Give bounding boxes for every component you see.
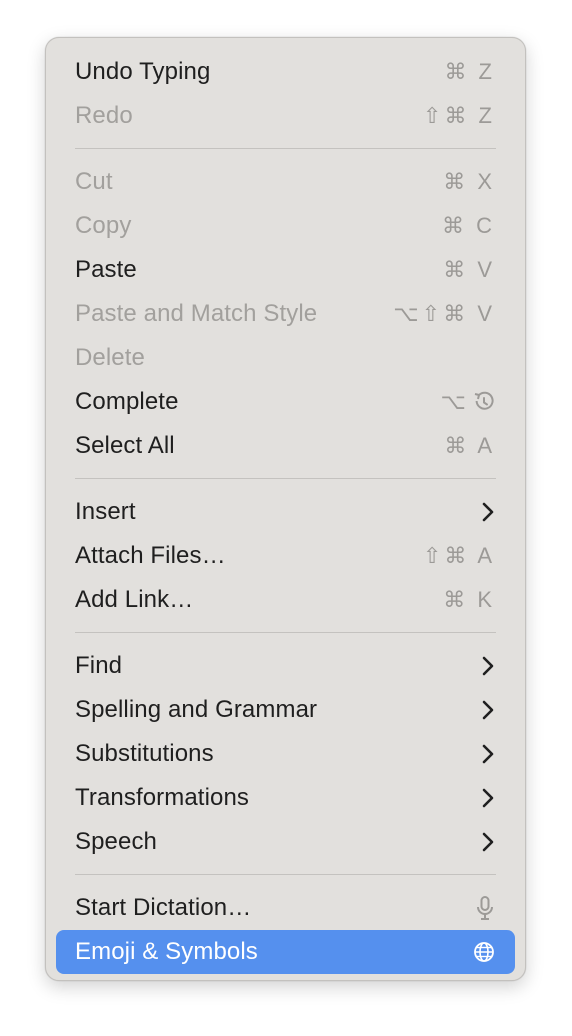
shortcut-text: ⇧⌘ A xyxy=(422,543,495,568)
menu-item-shortcut: ⇧⌘ Z xyxy=(423,103,495,129)
menu-item-start-dictation[interactable]: Start Dictation… xyxy=(56,886,515,930)
menu-item-shortcut: ⌘ K xyxy=(443,587,495,613)
menu-item-undo-typing[interactable]: Undo Typing ⌘ Z xyxy=(56,50,515,94)
context-menu: Undo Typing ⌘ Z Redo ⇧⌘ Z Cut ⌘ X Copy ⌘ C Paste… xyxy=(45,37,526,981)
menu-item-paste-and-match-style: Paste and Match Style ⌥⇧⌘ V xyxy=(56,292,515,336)
menu-item-shortcut: ⌥⇧⌘ V xyxy=(393,301,495,327)
menu-item-label: Substitutions xyxy=(75,740,214,767)
chevron-right-icon xyxy=(481,743,495,765)
shortcut-text: ⌘ V xyxy=(443,257,495,282)
globe-icon xyxy=(473,941,495,963)
menu-separator xyxy=(75,874,496,875)
menu-item-label: Select All xyxy=(75,432,175,459)
shortcut-text: ⌘ K xyxy=(443,587,495,612)
menu-item-label: Paste and Match Style xyxy=(75,300,318,327)
menu-item-paste[interactable]: Paste ⌘ V xyxy=(56,248,515,292)
menu-item-attach-files[interactable]: Attach Files… ⇧⌘ A xyxy=(56,534,515,578)
menu-item-select-all[interactable]: Select All ⌘ A xyxy=(56,424,515,468)
chevron-right-icon xyxy=(481,699,495,721)
menu-item-shortcut xyxy=(475,895,495,921)
menu-item-label: Spelling and Grammar xyxy=(75,696,318,723)
menu-item-copy: Copy ⌘ C xyxy=(56,204,515,248)
menu-item-complete[interactable]: Complete ⌥ xyxy=(56,380,515,424)
chevron-right-icon xyxy=(481,831,495,853)
menu-item-emoji-symbols[interactable]: Emoji & Symbols xyxy=(56,930,515,974)
menu-item-label: Paste xyxy=(75,256,137,283)
menu-item-label: Undo Typing xyxy=(75,58,211,85)
menu-item-label: Transformations xyxy=(75,784,249,811)
menu-item-shortcut: ⌥ xyxy=(441,389,495,415)
menu-item-label: Speech xyxy=(75,828,157,855)
menu-item-shortcut xyxy=(481,501,495,523)
menu-item-shortcut: ⌘ X xyxy=(443,169,495,195)
menu-item-add-link[interactable]: Add Link… ⌘ K xyxy=(56,578,515,622)
menu-item-substitutions[interactable]: Substitutions xyxy=(56,732,515,776)
menu-item-shortcut xyxy=(481,743,495,765)
menu-item-spelling-and-grammar[interactable]: Spelling and Grammar xyxy=(56,688,515,732)
menu-item-find[interactable]: Find xyxy=(56,644,515,688)
shortcut-text: ⌘ Z xyxy=(444,59,495,84)
menu-item-shortcut xyxy=(481,831,495,853)
microphone-icon xyxy=(475,895,495,921)
menu-item-insert[interactable]: Insert xyxy=(56,490,515,534)
menu-item-shortcut: ⌘ A xyxy=(444,433,495,459)
menu-item-transformations[interactable]: Transformations xyxy=(56,776,515,820)
menu-item-label: Find xyxy=(75,652,123,679)
menu-separator xyxy=(75,148,496,149)
menu-item-shortcut xyxy=(481,655,495,677)
menu-item-shortcut: ⌘ C xyxy=(442,213,495,239)
menu-item-label: Copy xyxy=(75,212,132,239)
chevron-right-icon xyxy=(481,501,495,523)
chevron-right-icon xyxy=(481,787,495,809)
chevron-right-icon xyxy=(481,655,495,677)
menu-item-shortcut: ⌘ V xyxy=(443,257,495,283)
menu-item-label: Delete xyxy=(75,344,145,371)
shortcut-text: ⌘ C xyxy=(442,213,495,238)
shortcut-text: ⌘ A xyxy=(444,433,495,458)
menu-item-shortcut: ⇧⌘ A xyxy=(423,543,495,569)
menu-separator xyxy=(75,632,496,633)
menu-item-shortcut xyxy=(473,941,495,963)
menu-item-redo: Redo ⇧⌘ Z xyxy=(56,94,515,138)
menu-item-shortcut: ⌘ Z xyxy=(444,59,495,85)
menu-item-shortcut xyxy=(481,699,495,721)
menu-item-label: Redo xyxy=(75,102,133,129)
shortcut-text: ⌥ xyxy=(440,389,469,414)
menu-item-label: Emoji & Symbols xyxy=(75,938,258,965)
menu-item-label: Cut xyxy=(75,168,113,195)
menu-item-delete: Delete xyxy=(56,336,515,380)
menu-separator xyxy=(75,478,496,479)
menu-item-label: Start Dictation… xyxy=(75,894,252,921)
shortcut-text: ⌘ X xyxy=(443,169,495,194)
escape-icon xyxy=(473,391,495,413)
menu-item-label: Insert xyxy=(75,498,136,525)
menu-item-cut: Cut ⌘ X xyxy=(56,160,515,204)
menu-item-label: Attach Files… xyxy=(75,542,226,569)
menu-item-label: Complete xyxy=(75,388,179,415)
shortcut-text: ⇧⌘ Z xyxy=(423,103,495,128)
menu-item-label: Add Link… xyxy=(75,586,194,613)
menu-item-speech[interactable]: Speech xyxy=(56,820,515,864)
shortcut-text: ⌥⇧⌘ V xyxy=(393,301,495,326)
menu-item-shortcut xyxy=(481,787,495,809)
